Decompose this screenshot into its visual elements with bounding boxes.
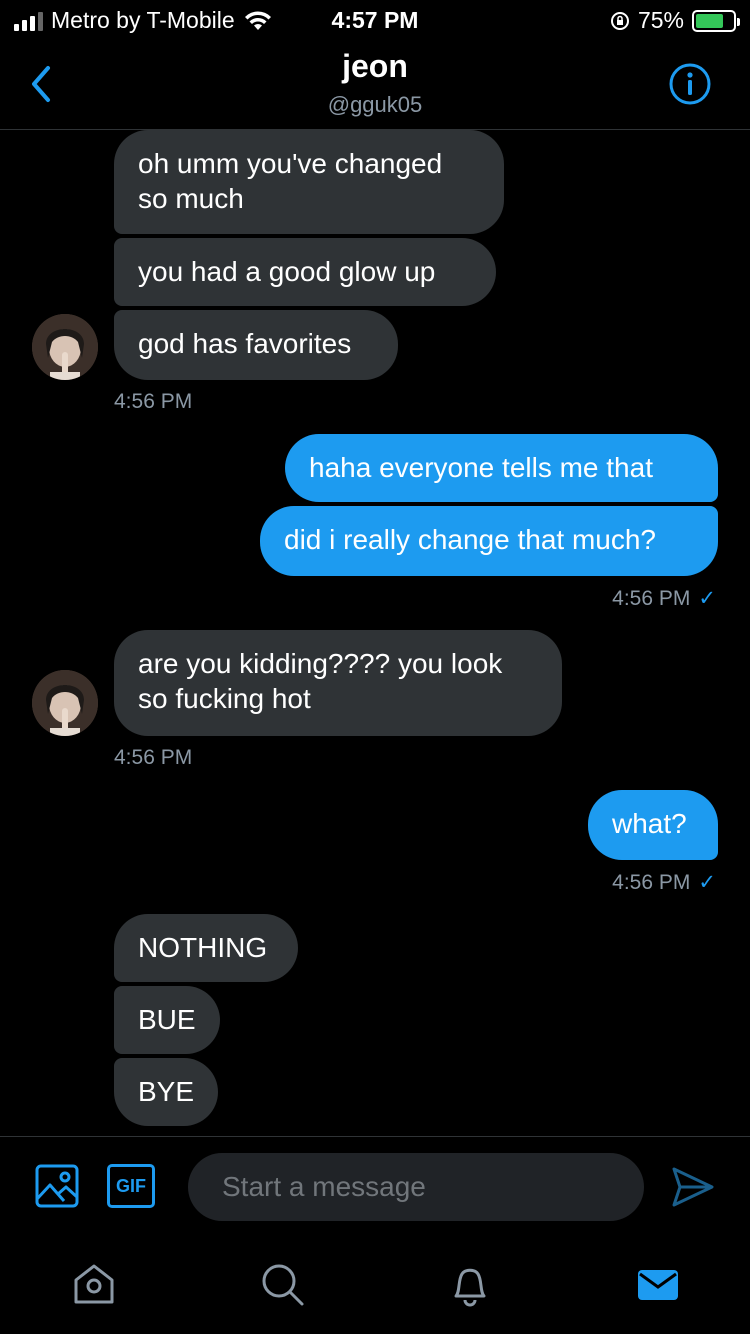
- search-icon[interactable]: [258, 1260, 306, 1308]
- read-check-icon: ✓: [698, 587, 716, 610]
- message-timestamp: 4:56 PM: [114, 746, 193, 769]
- message-bubble-incoming[interactable]: are you kidding???? you look so fucking …: [114, 630, 562, 736]
- message-bubble-outgoing[interactable]: haha everyone tells me that: [285, 434, 718, 502]
- battery-percent: 75%: [637, 7, 684, 33]
- message-bubble-incoming[interactable]: BUE: [114, 986, 220, 1054]
- message-bubble-incoming[interactable]: god has favorites: [114, 310, 398, 380]
- message-bubble-incoming[interactable]: you had a good glow up: [114, 238, 496, 306]
- message-bubble-incoming[interactable]: oh umm you've changed so much: [114, 130, 504, 234]
- message-timestamp: 4:56 PM ✓: [612, 587, 716, 610]
- avatar[interactable]: [32, 670, 98, 736]
- message-bubble-incoming[interactable]: NOTHING: [114, 914, 298, 982]
- contact-handle: @gguk05: [327, 92, 423, 117]
- conversation-header: jeon @gguk05: [0, 42, 750, 130]
- messages-envelope-icon[interactable]: [634, 1260, 682, 1308]
- message-bubble-outgoing[interactable]: what?: [588, 790, 718, 860]
- orientation-lock-icon: [610, 11, 629, 30]
- message-timestamp: 4:56 PM ✓: [612, 871, 716, 894]
- status-bar: Metro by T-Mobile 4:57 PM 75%: [0, 0, 750, 42]
- message-timestamp: 4:56 PM: [114, 390, 193, 413]
- message-bubble-outgoing[interactable]: did i really change that much?: [260, 506, 718, 576]
- home-icon[interactable]: [70, 1260, 118, 1308]
- message-bubble-incoming[interactable]: BYE: [114, 1058, 218, 1126]
- send-icon[interactable]: [670, 1165, 716, 1209]
- message-input[interactable]: Start a message: [188, 1153, 644, 1221]
- info-icon[interactable]: [668, 62, 712, 106]
- tab-bar: [0, 1236, 750, 1334]
- message-composer: GIF Start a message: [0, 1136, 750, 1236]
- avatar[interactable]: [32, 314, 98, 380]
- contact-name[interactable]: jeon: [0, 48, 750, 85]
- battery-icon: [692, 9, 740, 32]
- image-icon[interactable]: [34, 1163, 80, 1209]
- read-check-icon: ✓: [698, 871, 716, 894]
- notifications-bell-icon[interactable]: [446, 1260, 494, 1308]
- gif-icon[interactable]: GIF: [107, 1164, 155, 1208]
